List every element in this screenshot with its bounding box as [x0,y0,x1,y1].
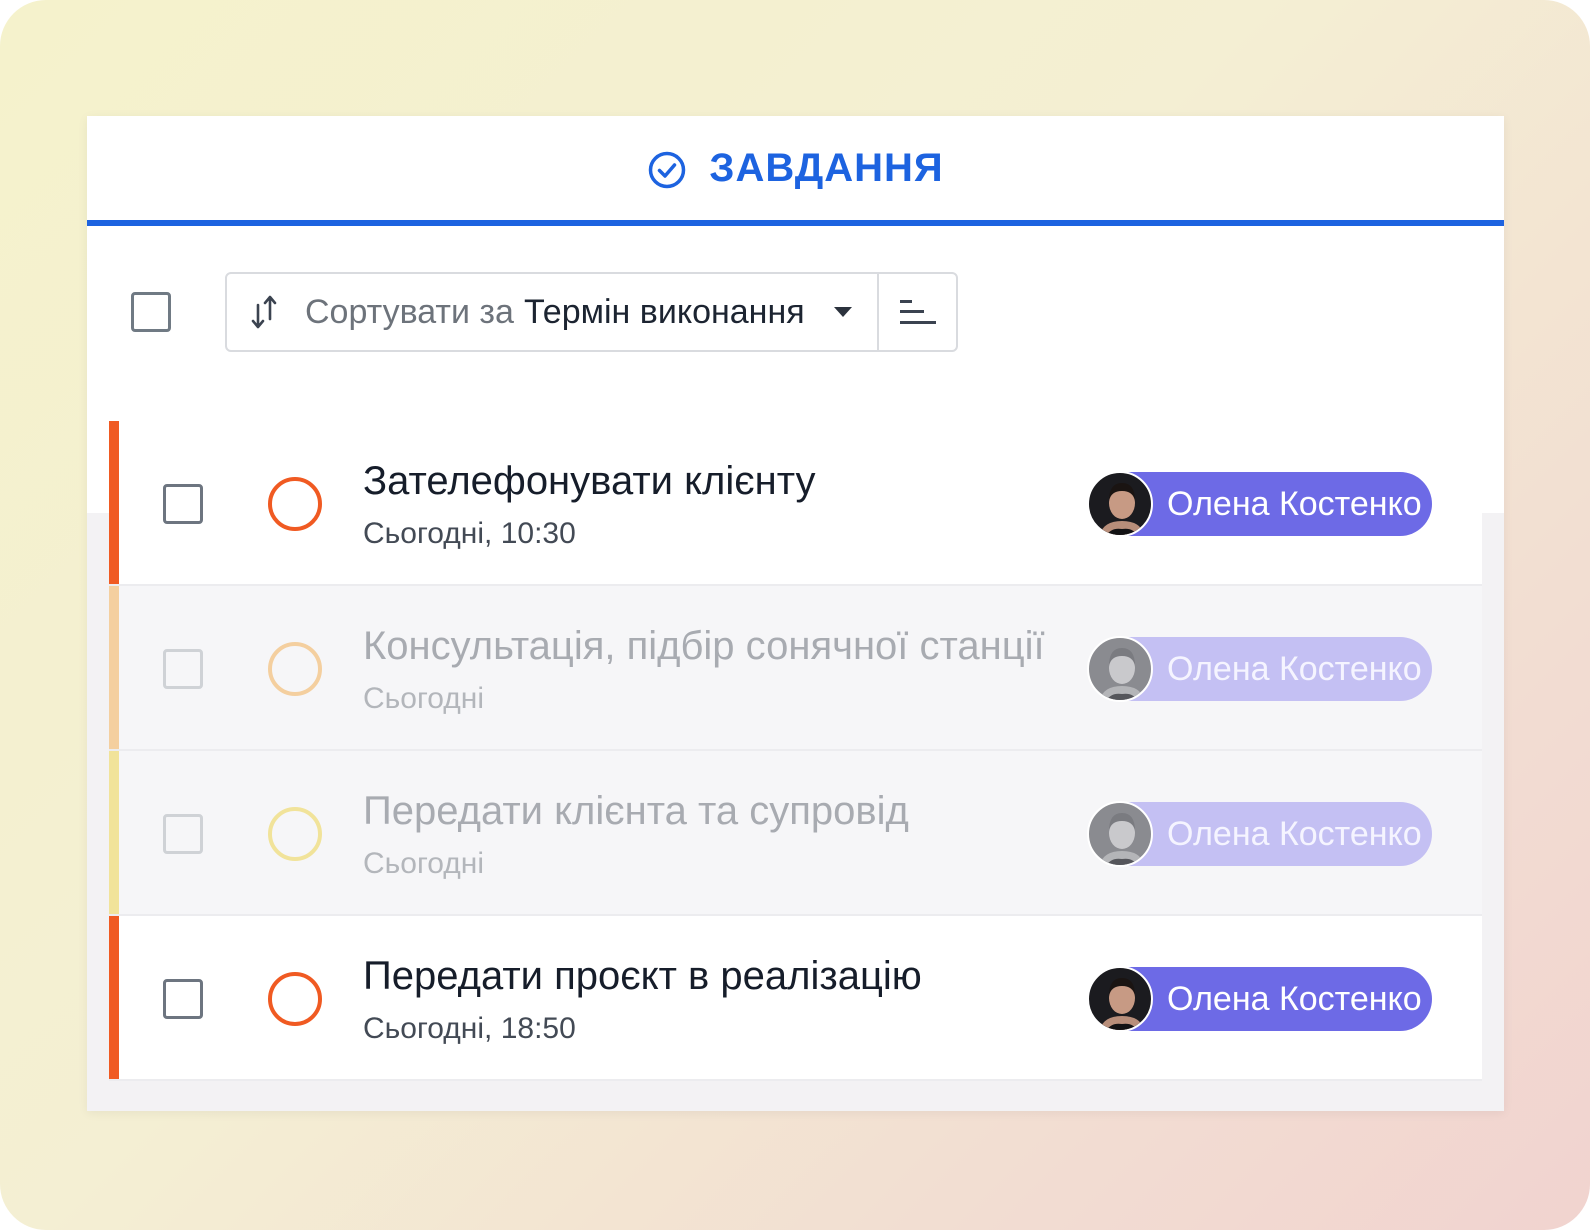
task-list: Зателефонувати клієнту Сьогодні, 10:30 О… [109,421,1482,1093]
avatar [1087,636,1153,702]
select-all-checkbox[interactable] [131,292,171,332]
sort-order-button[interactable] [879,274,956,350]
priority-indicator [109,916,119,1079]
caret-down-icon [833,307,852,317]
sort-order-icon [899,300,936,324]
sort-arrows-icon [251,295,277,329]
task-row[interactable]: Консультація, підбір сонячної станції Сь… [109,586,1482,751]
assignee-chip[interactable]: Олена Костенко [1087,966,1432,1032]
check-circle-icon [649,151,686,188]
task-checkbox[interactable] [163,814,203,854]
sort-dropdown[interactable]: Сортувати за Термін виконання [227,274,879,350]
page-background: ЗАВДАННЯ Сортувати за Термін виконання З… [0,0,1590,1230]
assignee-name: Олена Костенко [1167,484,1422,523]
task-status-circle[interactable] [268,807,322,861]
task-title[interactable]: Передати клієнта та супровід [363,789,909,834]
panel-header: ЗАВДАННЯ [87,116,1504,221]
task-status-circle[interactable] [268,972,322,1026]
assignee-chip[interactable]: Олена Костенко [1087,636,1432,702]
sort-selected-value: Термін виконання [523,292,805,331]
task-checkbox[interactable] [163,979,203,1019]
task-checkbox[interactable] [163,484,203,524]
task-due-date: Сьогодні [363,847,485,880]
task-status-circle[interactable] [268,477,322,531]
tasks-panel: ЗАВДАННЯ Сортувати за Термін виконання З… [87,116,1504,1111]
sort-control: Сортувати за Термін виконання [225,272,958,352]
task-due-date: Сьогодні [363,682,485,715]
task-row[interactable]: Зателефонувати клієнту Сьогодні, 10:30 О… [109,421,1482,586]
assignee-name: Олена Костенко [1167,979,1422,1018]
assignee-name: Олена Костенко [1167,649,1422,688]
task-due-date: Сьогодні, 10:30 [363,517,576,550]
assignee-chip[interactable]: Олена Костенко [1087,471,1432,537]
task-due-date: Сьогодні, 18:50 [363,1012,576,1045]
priority-indicator [109,586,119,749]
task-title[interactable]: Зателефонувати клієнту [363,459,816,504]
priority-indicator [109,421,119,584]
task-row[interactable]: Передати проєкт в реалізацію Сьогодні, 1… [109,916,1482,1081]
assignee-chip[interactable]: Олена Костенко [1087,801,1432,867]
avatar [1087,471,1153,537]
assignee-name: Олена Костенко [1167,814,1422,853]
sort-label-prefix: Сортувати за [305,292,514,331]
task-status-circle[interactable] [268,642,322,696]
avatar [1087,801,1153,867]
task-title[interactable]: Передати проєкт в реалізацію [363,954,922,999]
task-row[interactable]: Передати клієнта та супровід Сьогодні Ол… [109,751,1482,916]
task-checkbox[interactable] [163,649,203,689]
page-title: ЗАВДАННЯ [709,146,944,190]
priority-indicator [109,751,119,914]
avatar [1087,966,1153,1032]
task-title[interactable]: Консультація, підбір сонячної станції [363,624,1045,669]
